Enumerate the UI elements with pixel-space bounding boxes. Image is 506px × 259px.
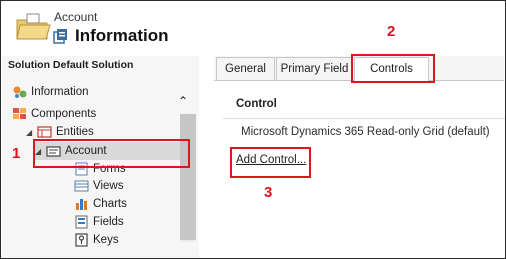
sidebar-item-label: Entities xyxy=(56,126,94,138)
callout-number-3: 3 xyxy=(264,184,273,201)
views-icon xyxy=(74,180,89,192)
sidebar-item-label: Views xyxy=(93,180,124,192)
callout-number-1: 1 xyxy=(12,145,21,162)
tab-primary-field[interactable]: Primary Field xyxy=(276,57,353,80)
sidebar-item-keys[interactable]: Keys xyxy=(74,233,119,247)
expand-triangle-icon[interactable]: ◢ xyxy=(26,128,33,137)
sidebar-item-charts[interactable]: Charts xyxy=(74,197,127,211)
scroll-up-chevron-icon[interactable]: ⌃ xyxy=(178,94,188,108)
folder-icon xyxy=(16,13,51,40)
page-title-row: Information xyxy=(53,26,169,46)
sidebar-item-label: Keys xyxy=(93,234,119,246)
sidebar-item-fields[interactable]: Fields xyxy=(74,215,124,229)
control-row-readonly-grid[interactable]: Microsoft Dynamics 365 Read-only Grid (d… xyxy=(241,126,490,138)
callout-number-2: 2 xyxy=(387,23,396,40)
scrollbar-thumb[interactable] xyxy=(180,114,196,240)
sidebar-item-views[interactable]: Views xyxy=(74,179,123,193)
callout-box-account xyxy=(33,139,190,168)
window-frame: Account Information Solution Default Sol… xyxy=(0,0,506,259)
keys-icon xyxy=(75,233,88,247)
sidebar-item-information[interactable]: Information xyxy=(12,85,89,99)
sidebar-item-label: Fields xyxy=(93,216,124,228)
sidebar-item-components[interactable]: Components xyxy=(12,107,96,121)
information-tree-icon xyxy=(13,86,27,98)
sidebar-item-label: Information xyxy=(31,86,89,98)
tab-general[interactable]: General xyxy=(216,57,275,80)
components-icon xyxy=(13,108,26,119)
charts-icon xyxy=(76,199,87,210)
callout-box-add-control xyxy=(230,147,311,178)
entities-icon xyxy=(37,126,52,138)
control-header-divider xyxy=(223,118,505,119)
control-column-header: Control xyxy=(236,98,277,110)
callout-box-controls-tab xyxy=(351,54,435,83)
information-icon xyxy=(53,29,67,44)
fields-icon xyxy=(75,215,88,229)
sidebar-item-entities[interactable]: ◢ Entities xyxy=(26,125,94,139)
sidebar-item-label: Charts xyxy=(93,198,127,210)
sidebar-item-label: Components xyxy=(31,108,97,120)
sidebar-heading: Solution Default Solution xyxy=(8,59,134,71)
page-title: Information xyxy=(75,26,169,45)
entity-label: Account xyxy=(54,10,98,24)
